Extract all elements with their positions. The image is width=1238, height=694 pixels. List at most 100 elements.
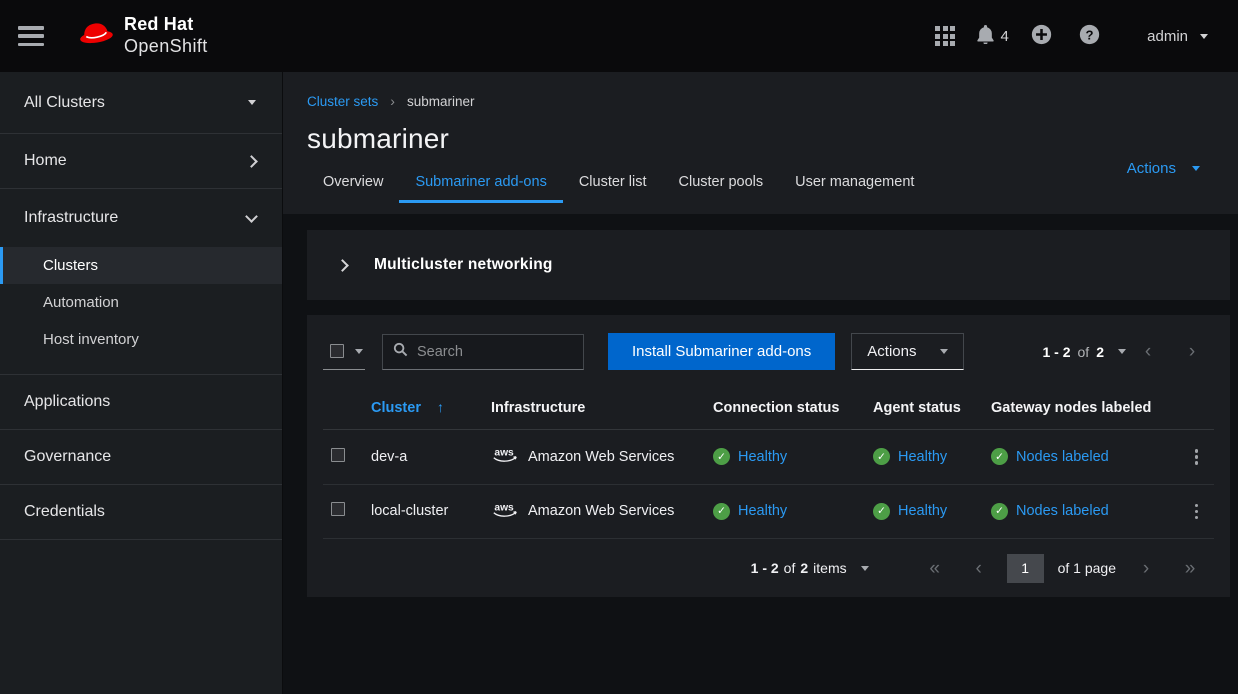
caret-down-icon [355,349,363,354]
svg-text:aws: aws [494,448,514,459]
pagination-total: 2 [1096,344,1104,360]
column-label: Connection status [713,400,839,416]
sidebar-item-host-inventory[interactable]: Host inventory [0,321,282,358]
brand-name: Red Hat [124,14,208,36]
column-header-cluster[interactable]: Cluster ↑ [363,386,483,430]
tab-user-management[interactable]: User management [779,170,930,203]
table-toolbar: Install Submariner add-ons Actions 1 - 2… [323,333,1214,370]
connection-status-link[interactable]: Healthy [738,503,787,519]
row-checkbox[interactable] [331,448,345,462]
page-actions-label: Actions [1127,160,1176,177]
angle-double-right-icon: » [1185,558,1196,579]
tab-submariner-add-ons[interactable]: Submariner add-ons [399,170,562,203]
notifications-button[interactable]: 4 [969,12,1017,60]
install-submariner-button[interactable]: Install Submariner add-ons [608,333,835,370]
sidebar-item-automation[interactable]: Automation [0,284,282,321]
column-header-agent-status: Agent status [865,386,983,430]
help-button[interactable]: ? [1065,12,1113,60]
sidebar-item-label: Governance [24,448,111,466]
pagination-of-label: of [784,560,796,576]
svg-text:aws: aws [494,502,514,513]
bulk-select-dropdown[interactable] [323,334,365,370]
table-row: local-cluster aws Amazon Web Services [323,484,1214,539]
cluster-name-cell: dev-a [363,430,483,485]
row-kebab-menu[interactable] [1187,445,1207,469]
main-content: Cluster sets › submariner submariner Ove… [283,72,1238,694]
tab-cluster-pools[interactable]: Cluster pools [663,170,780,203]
brand-product: OpenShift [124,36,208,58]
sidebar-item-home[interactable]: Home [0,134,282,189]
pagination-items-label: items [813,560,846,576]
plus-circle-icon [1031,24,1052,48]
angle-right-icon: › [1143,558,1149,579]
angle-left-icon: ‹ [1145,341,1151,362]
multicluster-networking-expandable[interactable]: Multicluster networking [307,230,1230,300]
breadcrumb-separator-icon: › [390,93,395,109]
connection-status-link[interactable]: Healthy [738,449,787,465]
sidebar-item-applications[interactable]: Applications [0,375,282,430]
app-launcher-button[interactable] [921,12,969,60]
sidebar-item-clusters[interactable]: Clusters [0,247,282,284]
sidebar-nav: All Clusters Home Infrastructure Cluster… [0,72,283,694]
tab-overview[interactable]: Overview [307,170,399,203]
caret-down-icon [248,100,256,105]
breadcrumb-current: submariner [407,94,475,109]
search-icon [393,342,408,362]
sidebar-item-infrastructure[interactable]: Infrastructure [0,189,282,247]
pagination-range: 1 - 2 [751,560,779,576]
table-actions-dropdown[interactable]: Actions [851,333,964,370]
column-label: Gateway nodes labeled [991,400,1151,416]
sort-ascending-icon: ↑ [437,399,444,415]
table-actions-label: Actions [867,343,916,360]
last-page-button[interactable]: » [1168,550,1212,586]
prev-page-button[interactable]: ‹ [957,550,1001,586]
page-actions-dropdown[interactable]: Actions [1127,160,1200,177]
question-circle-icon: ? [1079,24,1100,48]
breadcrumb-cluster-sets-link[interactable]: Cluster sets [307,94,378,109]
column-header-connection-status: Connection status [705,386,865,430]
caret-down-icon [1192,166,1200,171]
agent-status-link[interactable]: Healthy [898,503,947,519]
search-box [382,334,584,370]
prev-page-button[interactable]: ‹ [1126,334,1170,370]
next-page-button[interactable]: › [1124,550,1168,586]
select-all-checkbox[interactable] [330,344,344,358]
header-actions-cell [1168,386,1214,430]
add-resource-button[interactable] [1017,12,1065,60]
redhat-fedora-icon [78,21,114,52]
angle-right-icon: › [1189,341,1195,362]
app-launcher-icon [935,26,955,46]
chevron-down-icon [245,210,258,223]
pagination-total: 2 [800,560,808,576]
gateway-nodes-link[interactable]: Nodes labeled [1016,449,1109,465]
column-header-infrastructure: Infrastructure [483,386,705,430]
items-per-page-toggle[interactable]: 1 - 2 of 2 items [751,560,869,576]
column-label: Cluster [371,400,421,416]
current-page-input[interactable] [1007,554,1044,583]
per-page-menu-toggle[interactable]: 1 - 2 of 2 [1043,344,1127,360]
sidebar-subitem-label: Host inventory [43,331,139,348]
connection-status: ✓Healthy [713,503,857,520]
sidebar-item-label: Home [24,152,67,170]
tab-cluster-list[interactable]: Cluster list [563,170,663,203]
sidebar-item-label: Credentials [24,503,105,521]
gateway-nodes-link[interactable]: Nodes labeled [1016,503,1109,519]
multicluster-networking-title: Multicluster networking [374,256,553,274]
row-kebab-menu[interactable] [1187,500,1207,524]
healthy-check-icon: ✓ [713,448,730,465]
search-input[interactable] [417,344,604,360]
row-checkbox[interactable] [331,502,345,516]
pagination-range: 1 - 2 [1043,344,1071,360]
next-page-button[interactable]: › [1170,334,1214,370]
agent-status-link[interactable]: Healthy [898,449,947,465]
nav-toggle-button[interactable] [18,26,44,46]
angle-double-left-icon: « [929,558,940,579]
cluster-selector-label: All Clusters [24,94,105,112]
user-menu-toggle[interactable]: admin [1147,28,1208,45]
cluster-selector-dropdown[interactable]: All Clusters [0,72,282,134]
page-header: Cluster sets › submariner submariner Ove… [283,72,1238,214]
submariner-table-card: Install Submariner add-ons Actions 1 - 2… [307,315,1230,597]
sidebar-item-credentials[interactable]: Credentials [0,485,282,540]
first-page-button[interactable]: « [913,550,957,586]
sidebar-item-governance[interactable]: Governance [0,430,282,485]
